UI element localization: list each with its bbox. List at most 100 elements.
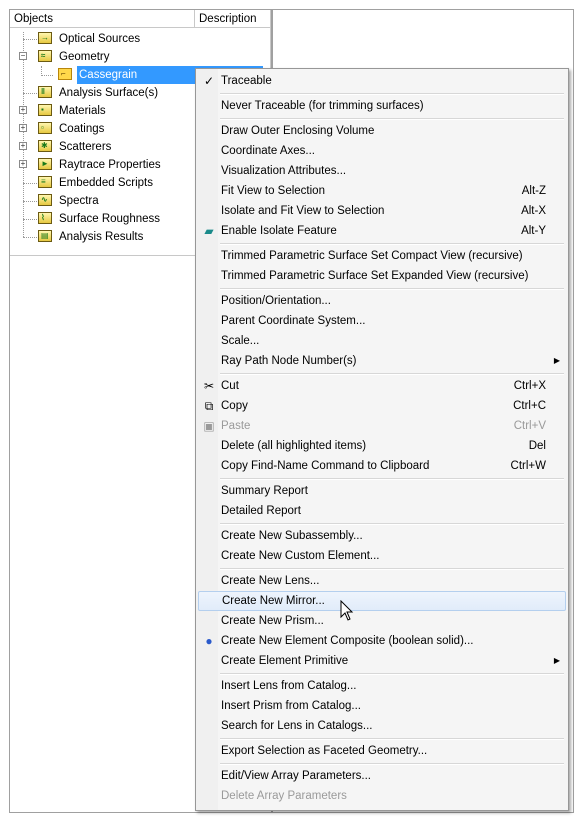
mouse-cursor-icon xyxy=(340,600,354,621)
geometry-icon: ≈ xyxy=(38,50,52,62)
menu-item-label: Edit/View Array Parameters... xyxy=(221,770,371,782)
menu-item-new-lens[interactable]: Create New Lens... xyxy=(198,571,566,591)
menu-item-label: Parent Coordinate System... xyxy=(221,315,366,327)
coatings-icon: ▫ xyxy=(38,122,52,134)
menu-item-label: Delete Array Parameters xyxy=(221,790,347,802)
menu-item-insert-prism-catalog[interactable]: Insert Prism from Catalog... xyxy=(198,696,566,716)
raytrace-properties-icon: ► xyxy=(38,158,52,170)
menu-item-label: Visualization Attributes... xyxy=(221,165,347,177)
menu-item-export-faceted[interactable]: Export Selection as Faceted Geometry... xyxy=(198,741,566,761)
menu-item-label: Create New Element Composite (boolean so… xyxy=(221,635,474,647)
menu-separator xyxy=(220,523,564,525)
menu-item-label: Enable Isolate Feature xyxy=(221,225,337,237)
menu-separator xyxy=(220,288,564,290)
tree-item-scatterers[interactable]: + ✱ Scatterers xyxy=(10,138,195,156)
menu-item-label: Scale... xyxy=(221,335,260,347)
menu-item-new-subassembly[interactable]: Create New Subassembly... xyxy=(198,526,566,546)
context-menu: ✓ Traceable Never Traceable (for trimmin… xyxy=(195,68,569,811)
menu-item-cut[interactable]: ✂ Cut Ctrl+X xyxy=(198,376,566,396)
tree-item-coatings[interactable]: + ▫ Coatings xyxy=(10,120,195,138)
menu-item-label: Create New Subassembly... xyxy=(221,530,363,542)
collapse-icon[interactable]: − xyxy=(19,52,27,60)
tree-item-geometry[interactable]: − ≈ Geometry xyxy=(10,48,195,66)
menu-separator xyxy=(220,93,564,95)
menu-item-paste[interactable]: ▣ Paste Ctrl+V xyxy=(198,416,566,436)
menu-separator xyxy=(220,763,564,765)
menu-item-label: Delete (all highlighted items) xyxy=(221,440,367,452)
menu-item-copy-find-name[interactable]: Copy Find-Name Command to Clipboard Ctrl… xyxy=(198,456,566,476)
menu-item-label: Isolate and Fit View to Selection xyxy=(221,205,385,217)
menu-item-label: Traceable xyxy=(221,75,272,87)
tree-item-materials[interactable]: + ▪ Materials xyxy=(10,102,195,120)
menu-item-position-orientation[interactable]: Position/Orientation... xyxy=(198,291,566,311)
menu-item-draw-outer[interactable]: Draw Outer Enclosing Volume xyxy=(198,121,566,141)
menu-item-search-lens-catalogs[interactable]: Search for Lens in Catalogs... xyxy=(198,716,566,736)
tree-item-surface-roughness[interactable]: ⌇ Surface Roughness xyxy=(10,210,195,228)
menu-item-new-custom-element[interactable]: Create New Custom Element... xyxy=(198,546,566,566)
menu-item-shortcut: Ctrl+C xyxy=(513,400,546,412)
menu-item-label: Cut xyxy=(221,380,239,392)
menu-item-edit-array[interactable]: Edit/View Array Parameters... xyxy=(198,766,566,786)
tree-item-raytrace-properties[interactable]: + ► Raytrace Properties xyxy=(10,156,195,174)
tree-item-analysis-surfaces[interactable]: ‖ Analysis Surface(s) xyxy=(10,84,195,102)
scatterers-icon: ✱ xyxy=(38,140,52,152)
materials-icon: ▪ xyxy=(38,104,52,116)
menu-item-parent-coordinate[interactable]: Parent Coordinate System... xyxy=(198,311,566,331)
column-header-objects[interactable]: Objects xyxy=(10,10,195,28)
expand-icon[interactable]: + xyxy=(19,160,27,168)
tree-item-label: Coatings xyxy=(59,123,105,135)
menu-item-shortcut: Alt-X xyxy=(521,205,546,217)
menu-item-label: Create New Prism... xyxy=(221,615,324,627)
menu-item-trimmed-compact[interactable]: Trimmed Parametric Surface Set Compact V… xyxy=(198,246,566,266)
menu-item-label: Create New Custom Element... xyxy=(221,550,380,562)
menu-item-visualization[interactable]: Visualization Attributes... xyxy=(198,161,566,181)
tree-item-label: Geometry xyxy=(59,51,110,63)
menu-item-shortcut: Alt-Z xyxy=(521,185,546,197)
menu-item-label: Fit View to Selection xyxy=(221,185,325,197)
tree-item-optical-sources[interactable]: → Optical Sources xyxy=(10,30,195,48)
cassegrain-icon: ⌐ xyxy=(58,68,72,80)
menu-item-ray-path[interactable]: Ray Path Node Number(s) ▶ xyxy=(198,351,566,371)
menu-item-fit-view[interactable]: Fit View to Selection Alt-Z xyxy=(198,181,566,201)
menu-item-label: Detailed Report xyxy=(221,505,301,517)
menu-item-delete[interactable]: Delete (all highlighted items) Del xyxy=(198,436,566,456)
menu-item-never-traceable[interactable]: Never Traceable (for trimming surfaces) xyxy=(198,96,566,116)
menu-item-isolate-fit[interactable]: Isolate and Fit View to Selection Alt-X xyxy=(198,201,566,221)
menu-item-insert-lens-catalog[interactable]: Insert Lens from Catalog... xyxy=(198,676,566,696)
menu-item-new-element-composite[interactable]: ● Create New Element Composite (boolean … xyxy=(198,631,566,651)
menu-item-label: Copy xyxy=(221,400,248,412)
menu-item-shortcut: Del xyxy=(528,440,546,452)
menu-item-delete-array[interactable]: Delete Array Parameters xyxy=(198,786,566,806)
menu-item-copy[interactable]: ⧉ Copy Ctrl+C xyxy=(198,396,566,416)
menu-item-new-prism[interactable]: Create New Prism... xyxy=(198,611,566,631)
menu-item-summary-report[interactable]: Summary Report xyxy=(198,481,566,501)
menu-item-scale[interactable]: Scale... xyxy=(198,331,566,351)
menu-item-label: Export Selection as Faceted Geometry... xyxy=(221,745,428,757)
menu-item-label: Ray Path Node Number(s) xyxy=(221,355,357,367)
expand-icon[interactable]: + xyxy=(19,124,27,132)
menu-item-shortcut: Ctrl+X xyxy=(513,380,546,392)
expand-icon[interactable]: + xyxy=(19,142,27,150)
menu-item-enable-isolate[interactable]: ▰ Enable Isolate Feature Alt-Y xyxy=(198,221,566,241)
submenu-arrow-icon: ▶ xyxy=(553,656,560,665)
embedded-scripts-icon: ≡ xyxy=(38,176,52,188)
tree-item-analysis-results[interactable]: ▤ Analysis Results xyxy=(10,228,195,246)
menu-item-coordinate-axes[interactable]: Coordinate Axes... xyxy=(198,141,566,161)
menu-item-new-mirror[interactable]: Create New Mirror... xyxy=(198,591,566,611)
tree-item-embedded-scripts[interactable]: ≡ Embedded Scripts xyxy=(10,174,195,192)
tree-item-spectra[interactable]: ∿ Spectra xyxy=(10,192,195,210)
menu-item-trimmed-expanded[interactable]: Trimmed Parametric Surface Set Expanded … xyxy=(198,266,566,286)
surface-roughness-icon: ⌇ xyxy=(38,212,52,224)
menu-separator xyxy=(220,568,564,570)
menu-item-element-primitive[interactable]: Create Element Primitive ▶ xyxy=(198,651,566,671)
menu-item-traceable[interactable]: ✓ Traceable xyxy=(198,71,566,91)
checkmark-icon: ✓ xyxy=(203,74,215,88)
element-composite-icon: ● xyxy=(205,634,213,648)
menu-item-label: Position/Orientation... xyxy=(221,295,331,307)
menu-item-detailed-report[interactable]: Detailed Report xyxy=(198,501,566,521)
tree-item-label: Spectra xyxy=(59,195,99,207)
column-header-description[interactable]: Description xyxy=(195,10,271,28)
expand-icon[interactable]: + xyxy=(19,106,27,114)
spectra-icon: ∿ xyxy=(38,194,52,206)
menu-item-label: Create Element Primitive xyxy=(221,655,349,667)
